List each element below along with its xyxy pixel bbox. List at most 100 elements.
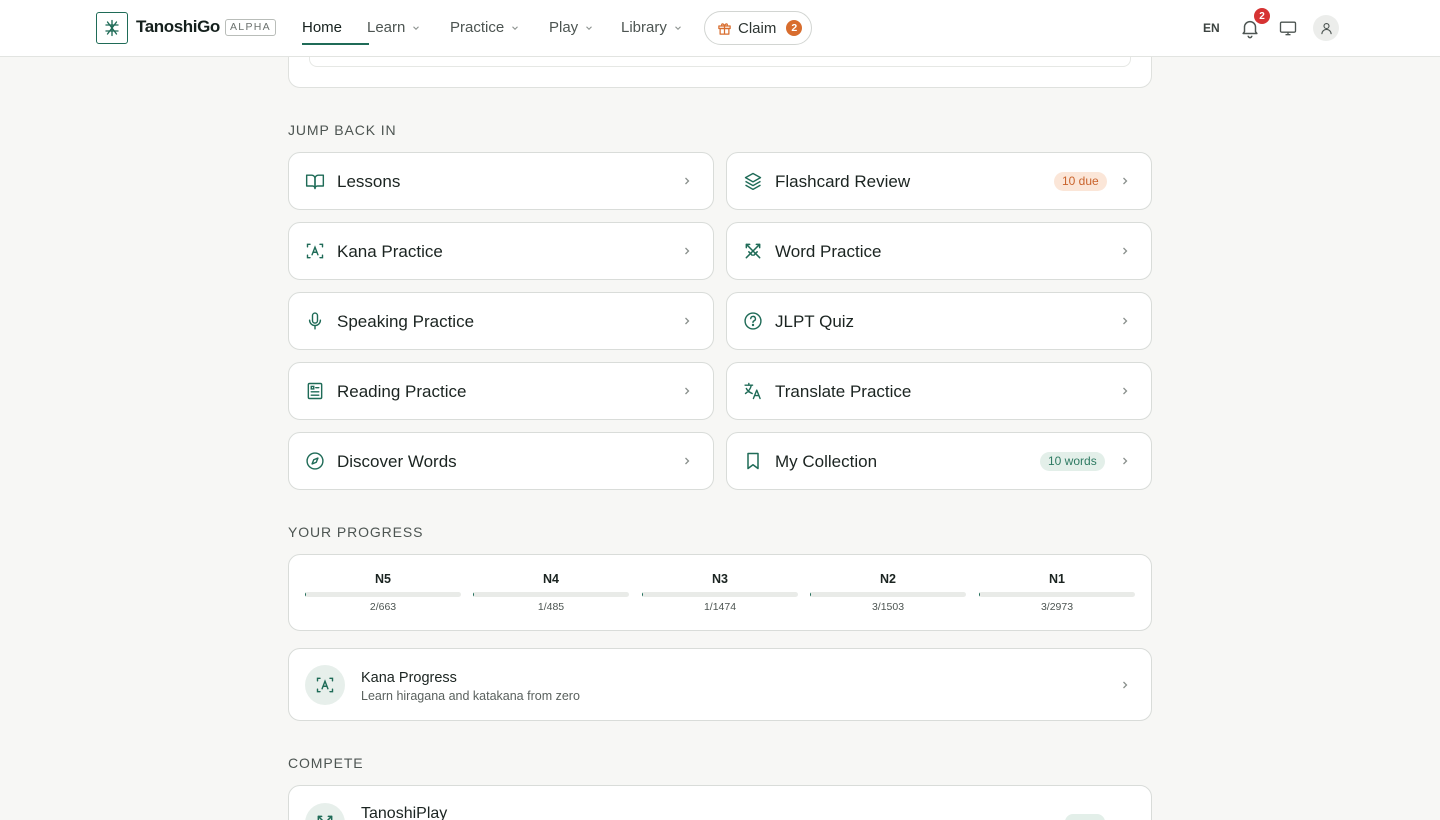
- tile-label: JLPT Quiz: [775, 312, 855, 331]
- nav-home[interactable]: Home: [302, 19, 342, 36]
- brand-name[interactable]: TanoshiGo: [136, 17, 220, 37]
- scan-text-icon: [306, 243, 324, 259]
- tile-label: Speaking Practice: [337, 312, 475, 331]
- language-switcher[interactable]: EN: [1203, 21, 1220, 35]
- tile-reading-practice[interactable]: Reading Practice: [288, 362, 714, 420]
- level-count: 3/1503: [871, 601, 905, 613]
- level-count: 1/1474: [703, 601, 737, 613]
- progress-bar: [810, 592, 966, 597]
- nav-home-label: Home: [302, 19, 343, 36]
- monitor-icon[interactable]: [1278, 18, 1298, 38]
- tile-translate-practice[interactable]: Translate Practice: [726, 362, 1152, 420]
- tile-label: Lessons: [337, 172, 401, 191]
- tanoshiplay-icon-circle: [305, 803, 345, 820]
- kana-progress-card[interactable]: Kana Progress Learn hiragana and katakan…: [288, 648, 1152, 721]
- kana-progress-subtitle: Learn hiragana and katakana from zero: [361, 689, 580, 703]
- players-online-badge: [1065, 814, 1105, 820]
- progress-bar: [473, 592, 629, 597]
- level-name: N3: [712, 572, 728, 586]
- chevron-right-icon: [685, 457, 690, 465]
- help-circle-icon: [744, 312, 762, 330]
- jump-back-in-heading: JUMP BACK IN: [288, 122, 397, 138]
- progress-bar: [305, 592, 461, 597]
- document-list-icon: [307, 382, 323, 400]
- tile-my-collection[interactable]: My Collection 10 words: [726, 432, 1152, 490]
- user-icon: [1320, 22, 1332, 34]
- chevron-down-icon: [413, 25, 420, 30]
- your-progress-heading: YOUR PROGRESS: [288, 524, 424, 540]
- bookmark-icon: [747, 452, 759, 470]
- active-tab-underline: [302, 43, 369, 45]
- crossed-swords-icon: [317, 815, 333, 820]
- tile-label: Word Practice: [775, 242, 882, 261]
- tanoshiplay-card[interactable]: TanoshiPlay: [288, 785, 1152, 820]
- tile-label: Kana Practice: [337, 242, 443, 261]
- chevron-right-icon: [1123, 177, 1128, 185]
- nav-play[interactable]: Play: [549, 19, 594, 36]
- crossed-swords-icon: [745, 243, 761, 259]
- compass-icon: [306, 452, 324, 470]
- chevron-right-icon: [1123, 387, 1128, 395]
- level-name: N5: [375, 572, 391, 586]
- chevron-right-icon: [1123, 317, 1128, 325]
- user-avatar-button[interactable]: [1313, 15, 1339, 41]
- nav-learn-label: Learn: [367, 19, 406, 36]
- nav-practice-label: Practice: [450, 19, 505, 36]
- gift-icon: [718, 22, 731, 35]
- tile-word-practice[interactable]: Word Practice: [726, 222, 1152, 280]
- jlpt-progress-card[interactable]: N5 2/663 N4 1/485 N3 1/1474 N2 3/1503 N1…: [288, 554, 1152, 631]
- tile-label: Discover Words: [337, 452, 457, 471]
- level-count: 3/2973: [1040, 601, 1074, 613]
- chevron-right-icon: [685, 247, 690, 255]
- notification-count-badge: 2: [1254, 8, 1270, 24]
- tile-discover-words[interactable]: Discover Words: [288, 432, 714, 490]
- layers-icon: [744, 172, 762, 191]
- progress-bar: [979, 592, 1135, 597]
- level-count: 2/663: [369, 601, 397, 613]
- logo-icon[interactable]: [96, 12, 128, 44]
- nav-library-label: Library: [621, 19, 667, 36]
- chevron-right-icon: [685, 387, 690, 395]
- word-count-badge: 10 words: [1040, 452, 1105, 471]
- level-count: 1/485: [537, 601, 565, 613]
- chevron-down-icon: [586, 25, 593, 30]
- tile-label: Reading Practice: [337, 382, 467, 401]
- kana-progress-title: Kana Progress: [361, 670, 457, 686]
- chevron-right-icon: [1123, 247, 1128, 255]
- tile-label: My Collection: [775, 452, 878, 471]
- tanoshiplay-title: TanoshiPlay: [361, 805, 448, 820]
- book-open-icon: [305, 174, 325, 190]
- chevron-right-icon: [1123, 457, 1128, 465]
- alpha-badge: ALPHA: [225, 19, 276, 36]
- progress-bar: [642, 592, 798, 597]
- tile-lessons[interactable]: Lessons: [288, 152, 714, 210]
- kana-progress-icon-circle: [305, 665, 345, 705]
- tile-speaking-practice[interactable]: Speaking Practice: [288, 292, 714, 350]
- tile-label: Translate Practice: [775, 382, 912, 401]
- claim-label: Claim: [738, 19, 777, 37]
- chevron-right-icon: [685, 177, 690, 185]
- chevron-down-icon: [512, 25, 519, 30]
- nav-learn[interactable]: Learn: [367, 19, 421, 36]
- scan-text-icon: [316, 677, 334, 693]
- compete-heading: COMPETE: [288, 755, 364, 771]
- chevron-right-icon: [685, 317, 690, 325]
- due-count-badge: 10 due: [1054, 172, 1107, 191]
- level-name: N1: [1049, 572, 1065, 586]
- tile-label: Flashcard Review: [775, 172, 911, 191]
- level-name: N2: [880, 572, 896, 586]
- claim-count-badge: 2: [786, 20, 803, 36]
- translate-icon: [744, 382, 761, 400]
- claim-button[interactable]: Claim 2: [704, 11, 812, 45]
- microphone-icon: [308, 312, 322, 330]
- chevron-down-icon: [674, 25, 681, 30]
- top-navigation-bar: TanoshiGo ALPHA Home Learn Practice Play…: [0, 0, 1440, 57]
- nav-play-label: Play: [549, 19, 579, 36]
- tile-jlpt-quiz[interactable]: JLPT Quiz: [726, 292, 1152, 350]
- tile-kana-practice[interactable]: Kana Practice: [288, 222, 714, 280]
- nav-practice[interactable]: Practice: [450, 19, 520, 36]
- level-name: N4: [543, 572, 559, 586]
- tile-flashcard-review[interactable]: Flashcard Review 10 due: [726, 152, 1152, 210]
- chevron-right-icon: [1123, 681, 1128, 689]
- nav-library[interactable]: Library: [621, 19, 683, 36]
